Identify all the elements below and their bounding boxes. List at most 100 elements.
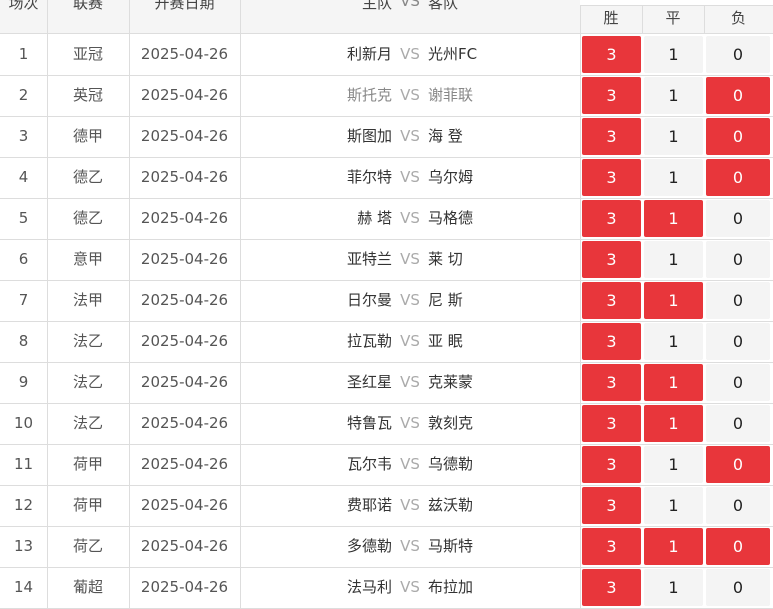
draw-option[interactable]: 1 [644, 323, 703, 360]
table-row: 14 葡超 2025-04-26 法马利 VS 布拉加 3 1 0 [0, 567, 773, 609]
match-date: 2025-04-26 [140, 578, 229, 596]
lose-option[interactable]: 0 [706, 118, 770, 155]
column-divider [580, 198, 581, 239]
home-team: 特鲁瓦 [346, 414, 392, 432]
match-date: 2025-04-26 [140, 127, 229, 145]
header-vs: VS [400, 0, 420, 10]
vs-label: VS [400, 86, 420, 104]
home-team: 利新月 [346, 45, 392, 63]
column-divider [580, 239, 581, 280]
match-date: 2025-04-26 [140, 496, 229, 514]
home-team: 日尔曼 [346, 291, 392, 309]
vs-label: VS [400, 373, 420, 391]
header-no: 场次 [8, 0, 39, 12]
match-date: 2025-04-26 [140, 45, 229, 63]
table-row: 4 德乙 2025-04-26 菲尔特 VS 乌尔姆 3 1 0 [0, 157, 773, 199]
match-date: 2025-04-26 [140, 332, 229, 350]
away-team: 光州FC [428, 45, 478, 63]
away-team: 乌德勒 [428, 455, 474, 473]
win-option[interactable]: 3 [582, 528, 641, 565]
lose-option[interactable]: 0 [706, 323, 770, 360]
match-number: 9 [18, 373, 29, 391]
win-option[interactable]: 3 [582, 487, 641, 524]
lose-option[interactable]: 0 [706, 36, 770, 73]
lose-option[interactable]: 0 [706, 241, 770, 278]
win-option[interactable]: 3 [582, 200, 641, 237]
draw-option[interactable]: 1 [644, 118, 703, 155]
league-name: 意甲 [72, 250, 103, 268]
home-team: 斯图加 [346, 127, 392, 145]
match-number: 3 [18, 127, 29, 145]
league-name: 荷甲 [72, 455, 103, 473]
lose-option[interactable]: 0 [706, 77, 770, 114]
lose-option[interactable]: 0 [706, 569, 770, 606]
win-option[interactable]: 3 [582, 323, 641, 360]
vs-label: VS [400, 45, 420, 63]
match-date: 2025-04-26 [140, 168, 229, 186]
table-row: 8 法乙 2025-04-26 拉瓦勒 VS 亚 眠 310 [0, 321, 773, 363]
league-name: 荷甲 [72, 496, 103, 514]
vs-label: VS [400, 332, 420, 350]
lose-option[interactable]: 0 [706, 364, 770, 401]
draw-option[interactable]: 1 [644, 159, 703, 196]
lose-option[interactable]: 0 [706, 282, 770, 319]
away-team: 乌尔姆 [428, 168, 474, 186]
header-date: 开赛日期 [154, 0, 215, 12]
draw-option[interactable]: 1 [644, 282, 703, 319]
match-number: 2 [18, 86, 29, 104]
win-option[interactable]: 3 [582, 446, 641, 483]
draw-option[interactable]: 1 [644, 364, 703, 401]
lose-option[interactable]: 0 [706, 528, 770, 565]
draw-option[interactable]: 1 [644, 36, 703, 73]
draw-option[interactable]: 1 [644, 200, 703, 237]
draw-option[interactable]: 1 [644, 569, 703, 606]
table-row: 5 德乙 2025-04-26 赫 塔 VS 马格德 3 1 0 [0, 198, 773, 240]
draw-option[interactable]: 1 [644, 487, 703, 524]
match-date: 2025-04-26 [140, 291, 229, 309]
match-number: 11 [13, 455, 34, 473]
win-option[interactable]: 3 [582, 241, 641, 278]
header-home: 主队 [361, 0, 392, 12]
home-team: 多德勒 [346, 537, 392, 555]
win-option[interactable]: 3 [582, 364, 641, 401]
match-number: 13 [13, 537, 34, 555]
header-lose: 负 [730, 9, 746, 27]
lose-option[interactable]: 0 [706, 446, 770, 483]
win-option[interactable]: 3 [582, 159, 641, 196]
draw-option[interactable]: 1 [644, 405, 703, 442]
table-header: 场次 联赛 开赛日期 主队 VS 客队 胜 平 负 [0, 0, 773, 34]
league-name: 法乙 [72, 373, 103, 391]
draw-option[interactable]: 1 [644, 77, 703, 114]
column-divider [580, 526, 581, 567]
win-option[interactable]: 3 [582, 77, 641, 114]
vs-label: VS [400, 209, 420, 227]
away-team: 谢菲联 [428, 86, 474, 104]
draw-option[interactable]: 1 [644, 446, 703, 483]
table-row: 2 英冠 2025-04-26 斯托克 VS 谢菲联 3 1 0 [0, 75, 773, 117]
vs-label: VS [400, 250, 420, 268]
vs-label: VS [400, 496, 420, 514]
win-option[interactable]: 3 [582, 569, 641, 606]
win-option[interactable]: 3 [582, 118, 641, 155]
win-option[interactable]: 3 [582, 405, 641, 442]
draw-option[interactable]: 1 [644, 528, 703, 565]
away-team: 马格德 [428, 209, 474, 227]
lose-option[interactable]: 0 [706, 405, 770, 442]
home-team: 法马利 [346, 578, 392, 596]
match-date: 2025-04-26 [140, 86, 229, 104]
match-date: 2025-04-26 [140, 209, 229, 227]
lose-option[interactable]: 0 [706, 487, 770, 524]
column-divider [580, 362, 581, 403]
league-name: 亚冠 [72, 45, 103, 63]
column-divider [580, 116, 581, 157]
draw-option[interactable]: 1 [644, 241, 703, 278]
league-name: 德甲 [72, 127, 103, 145]
home-team: 亚特兰 [346, 250, 392, 268]
win-option[interactable]: 3 [582, 282, 641, 319]
match-table: 场次 联赛 开赛日期 主队 VS 客队 胜 平 负 1 亚冠 2025-04-26 利… [0, 0, 773, 609]
home-team: 拉瓦勒 [346, 332, 392, 350]
lose-option[interactable]: 0 [706, 159, 770, 196]
lose-option[interactable]: 0 [706, 200, 770, 237]
win-option[interactable]: 3 [582, 36, 641, 73]
vs-label: VS [400, 537, 420, 555]
